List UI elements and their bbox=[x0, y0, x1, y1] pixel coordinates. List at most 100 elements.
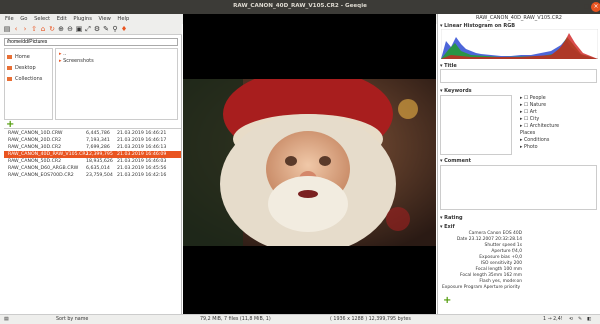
exif-focal-length: Focal length 100 mm bbox=[475, 267, 523, 272]
up-icon[interactable]: ⇧ bbox=[30, 25, 38, 33]
bookmarks-panel: Home Desktop Collections bbox=[4, 48, 53, 120]
file-date: 21.03.2019 16:45:56 bbox=[117, 166, 167, 171]
file-row-selected[interactable]: RAW_CANON_40D_RAW_V105.CR2 12,399,795 21.0… bbox=[4, 151, 181, 158]
color-icon[interactable]: ◧ bbox=[587, 317, 592, 322]
title-bar: RAW_CANON_40D_RAW_V105.CR2 - Geeqie – □ … bbox=[0, 0, 600, 14]
exif-date: Date 23.12.2007 20:32:28.14 bbox=[456, 237, 522, 242]
folder-icon: ▸ bbox=[59, 58, 62, 64]
file-name: RAW_CANON_40D_RAW_V105.CR2 bbox=[8, 152, 89, 157]
window-title: RAW_CANON_40D_RAW_V105.CR2 - Geeqie bbox=[233, 3, 367, 9]
file-date: 21.03.2019 16:46:17 bbox=[117, 138, 167, 143]
file-size: 6,635,014 bbox=[86, 166, 110, 171]
menu-go[interactable]: Go bbox=[20, 14, 27, 24]
file-row[interactable]: RAW_CANON_D60_ARGB.CRW 6,635,014 21.03.201… bbox=[4, 165, 181, 172]
file-date: 21.03.2019 16:42:16 bbox=[117, 173, 167, 178]
file-row[interactable]: RAW_CANON_10D.CRW 6,445,786 21.03.2019 16:… bbox=[4, 130, 181, 137]
zoom-1-1-icon[interactable]: ▣ bbox=[75, 25, 83, 33]
file-row[interactable]: RAW_CANON_30D.CR2 7,699,286 21.03.2019 16:… bbox=[4, 144, 181, 151]
rating-header[interactable]: Rating bbox=[440, 215, 462, 221]
keyword-label: Conditions bbox=[523, 138, 550, 143]
file-row[interactable]: RAW_CANON_EOS700D.CR2 23,759,504 21.03.201… bbox=[4, 172, 181, 179]
keyword-photo[interactable]: ▸ Photo bbox=[520, 145, 538, 150]
menu-file[interactable]: File bbox=[5, 14, 14, 24]
dir-parent[interactable]: ▸ .. bbox=[59, 51, 66, 58]
bookmark-label: Collections bbox=[15, 76, 43, 82]
menu-plugins[interactable]: Plugins bbox=[73, 14, 92, 24]
keyword-nature[interactable]: ▸ ☐ Nature bbox=[520, 103, 546, 108]
image-viewer[interactable] bbox=[183, 14, 436, 314]
zoom-in-icon[interactable]: ⊕ bbox=[57, 25, 65, 33]
keywords-text-field[interactable] bbox=[440, 95, 512, 155]
back-icon[interactable]: ‹ bbox=[12, 25, 20, 33]
title-field[interactable] bbox=[440, 69, 597, 83]
zoom-fit-icon[interactable]: ⤢ bbox=[84, 25, 92, 33]
folder-icon: ▸ bbox=[59, 51, 62, 57]
keyword-art[interactable]: ▸ ☐ Art bbox=[520, 110, 537, 115]
bookmark-home[interactable]: Home bbox=[7, 54, 30, 61]
menu-help[interactable]: Help bbox=[117, 14, 129, 24]
home-icon[interactable]: ⌂ bbox=[39, 25, 47, 33]
histogram bbox=[441, 29, 598, 59]
exif-iso: ISO sensitivity 200 bbox=[480, 261, 522, 266]
exif-exposure-bias: Exposure bias +0,0 bbox=[479, 255, 522, 260]
file-name: RAW_CANON_50D.CR2 bbox=[8, 159, 62, 164]
keywords-header[interactable]: Keywords bbox=[440, 88, 472, 94]
file-size: 7,699,286 bbox=[86, 145, 110, 150]
toolbar: ▤ ‹ › ⇧ ⌂ ↻ ⊕ ⊖ ▣ ⤢ ⚙ ✎ ⚲ ♦ bbox=[0, 24, 182, 35]
edit-icon[interactable]: ✎ bbox=[102, 25, 110, 33]
menu-edit[interactable]: Edit bbox=[57, 14, 67, 24]
zoom-out-icon[interactable]: ⊖ bbox=[66, 25, 74, 33]
keyword-conditions[interactable]: ▸ Conditions bbox=[520, 138, 549, 143]
edit-icon[interactable]: ✎ bbox=[578, 317, 582, 322]
comment-field[interactable] bbox=[440, 165, 597, 210]
left-pane: Home Desktop Collections ▸ .. ▸ Screensh… bbox=[0, 35, 182, 314]
bookmark-desktop[interactable]: Desktop bbox=[7, 65, 36, 72]
thumbnails-toggle-icon[interactable]: ▤ bbox=[3, 25, 11, 33]
exif-header[interactable]: Exif bbox=[440, 224, 455, 230]
file-size: 6,445,786 bbox=[86, 131, 110, 136]
file-date: 21.03.2019 16:46:13 bbox=[117, 145, 167, 150]
settings-icon[interactable]: ⚙ bbox=[93, 25, 101, 33]
file-size: 7,193,341 bbox=[86, 138, 110, 143]
file-name: RAW_CANON_20D.CR2 bbox=[8, 138, 62, 143]
path-input[interactable] bbox=[4, 38, 178, 46]
search-icon[interactable]: ⚲ bbox=[111, 25, 119, 33]
dir-screenshots[interactable]: ▸ Screenshots bbox=[59, 58, 94, 65]
close-button[interactable]: × bbox=[591, 2, 600, 12]
comment-header[interactable]: Comment bbox=[440, 158, 471, 164]
keyword-label: Art bbox=[529, 110, 537, 115]
file-size: 18,935,626 bbox=[86, 159, 113, 164]
photo bbox=[183, 79, 436, 246]
keyword-places[interactable]: Places bbox=[520, 131, 535, 136]
exif-flash: Flash yes, mode:on bbox=[479, 279, 522, 284]
bookmark-label: Home bbox=[15, 54, 30, 60]
info-filename: RAW_CANON_40D_RAW_V105.CR2 bbox=[476, 15, 562, 21]
file-date: 21.03.2019 16:46:09 bbox=[117, 152, 167, 157]
info-sidebar: RAW_CANON_40D_RAW_V105.CR2 Linear Histog… bbox=[437, 14, 600, 314]
add-pane-icon[interactable]: + bbox=[443, 295, 451, 306]
refresh-icon[interactable]: ↻ bbox=[48, 25, 56, 33]
folder-icon bbox=[7, 76, 12, 81]
keyword-label: City bbox=[529, 117, 540, 122]
rotate-icon[interactable]: ⟲ bbox=[569, 317, 573, 322]
pin-icon[interactable]: ♦ bbox=[120, 25, 128, 33]
menu-select[interactable]: Select bbox=[34, 14, 50, 24]
file-list: RAW_CANON_10D.CRW 6,445,786 21.03.2019 16:… bbox=[4, 128, 181, 314]
file-name: RAW_CANON_10D.CRW bbox=[8, 131, 63, 136]
minimize-button[interactable]: – bbox=[572, 2, 582, 12]
directory-list: ▸ .. ▸ Screenshots bbox=[55, 48, 178, 120]
exif-shutter: Shutter speed 1s bbox=[484, 243, 522, 248]
keyword-people[interactable]: ▸ ☐ People bbox=[520, 96, 546, 101]
forward-icon[interactable]: › bbox=[21, 25, 29, 33]
bookmark-collections[interactable]: Collections bbox=[7, 76, 42, 83]
keyword-label: Places bbox=[520, 131, 536, 136]
keyword-architecture[interactable]: ▸ ☐ Architecture bbox=[520, 124, 559, 129]
keyword-city[interactable]: ▸ ☐ City bbox=[520, 117, 539, 122]
exif-exposure-program: Exposure Program Aperture priority bbox=[442, 285, 521, 290]
file-name: RAW_CANON_30D.CR2 bbox=[8, 145, 62, 150]
status-dimensions: ( 1936 x 1288 ) 12,399,795 bytes bbox=[330, 317, 411, 322]
sort-by-button[interactable]: Sort by name bbox=[56, 317, 88, 322]
file-row[interactable]: RAW_CANON_50D.CR2 18,935,626 21.03.2019 16… bbox=[4, 158, 181, 165]
file-row[interactable]: RAW_CANON_20D.CR2 7,193,341 21.03.2019 16:… bbox=[4, 137, 181, 144]
menu-view[interactable]: View bbox=[99, 14, 111, 24]
